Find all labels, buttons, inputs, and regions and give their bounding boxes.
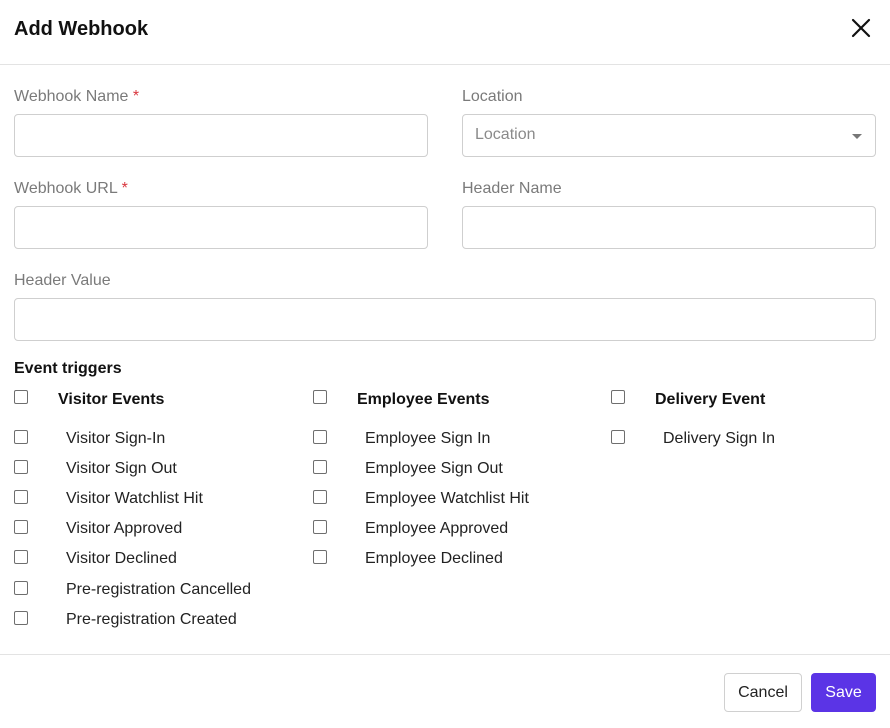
employee-declined-checkbox[interactable]: [313, 550, 327, 564]
visitor-sign-out-checkbox[interactable]: [14, 460, 28, 474]
required-mark: *: [132, 88, 140, 105]
employee-approved-label: Employee Approved: [365, 520, 509, 537]
add-webhook-dialog: Add Webhook Webhook Name * Location Loca…: [0, 0, 890, 728]
chevron-down-icon: [852, 134, 862, 139]
required-mark: *: [121, 180, 128, 197]
visitor-watchlist-hit-checkbox[interactable]: [14, 490, 28, 504]
visitor-declined-label: Visitor Declined: [66, 550, 177, 567]
header-value-input[interactable]: [14, 298, 876, 341]
location-select[interactable]: Location: [462, 114, 876, 157]
employee-sign-out-label: Employee Sign Out: [365, 460, 503, 477]
event-triggers-title: Event triggers: [14, 360, 122, 377]
dialog-title: Add Webhook: [14, 18, 149, 40]
visitor-sign-out-label: Visitor Sign Out: [66, 460, 177, 477]
cancel-button[interactable]: Cancel: [724, 673, 802, 712]
dialog-header: Add Webhook: [0, 0, 890, 65]
footer-divider: [0, 654, 890, 655]
location-label: Location: [462, 88, 523, 105]
pre-registration-cancelled-label: Pre-registration Cancelled: [66, 581, 251, 598]
visitor-events-checkbox[interactable]: [14, 390, 28, 404]
webhook-url-label-text: Webhook URL: [14, 180, 118, 197]
employee-approved-checkbox[interactable]: [313, 520, 327, 534]
header-value-label: Header Value: [14, 272, 111, 289]
webhook-name-input[interactable]: [14, 114, 428, 157]
visitor-watchlist-hit-label: Visitor Watchlist Hit: [66, 490, 203, 507]
employee-sign-out-checkbox[interactable]: [313, 460, 327, 474]
pre-registration-created-label: Pre-registration Created: [66, 611, 237, 628]
pre-registration-created-checkbox[interactable]: [14, 611, 28, 625]
employee-events-checkbox[interactable]: [313, 390, 327, 404]
visitor-sign-in-label: Visitor Sign-In: [66, 430, 166, 447]
pre-registration-cancelled-checkbox[interactable]: [14, 581, 28, 595]
delivery-event-checkbox[interactable]: [611, 390, 625, 404]
delivery-sign-in-checkbox[interactable]: [611, 430, 625, 444]
employee-sign-in-checkbox[interactable]: [313, 430, 327, 444]
header-name-input[interactable]: [462, 206, 876, 249]
delivery-event-label: Delivery Event: [655, 391, 766, 408]
employee-watchlist-hit-checkbox[interactable]: [313, 490, 327, 504]
employee-events-label: Employee Events: [357, 391, 490, 408]
employee-watchlist-hit-label: Employee Watchlist Hit: [365, 490, 529, 507]
header-name-label: Header Name: [462, 180, 562, 197]
webhook-name-label: Webhook Name *: [14, 88, 139, 106]
location-select-placeholder: Location: [475, 126, 536, 143]
employee-sign-in-label: Employee Sign In: [365, 430, 491, 447]
webhook-url-label: Webhook URL *: [14, 180, 128, 198]
webhook-name-label-text: Webhook Name: [14, 88, 129, 105]
employee-declined-label: Employee Declined: [365, 550, 503, 567]
visitor-approved-label: Visitor Approved: [66, 520, 183, 537]
visitor-events-label: Visitor Events: [58, 391, 165, 408]
close-icon: [851, 18, 871, 38]
visitor-declined-checkbox[interactable]: [14, 550, 28, 564]
webhook-url-input[interactable]: [14, 206, 428, 249]
visitor-sign-in-checkbox[interactable]: [14, 430, 28, 444]
save-button[interactable]: Save: [811, 673, 876, 712]
close-button[interactable]: [848, 15, 874, 41]
delivery-sign-in-label: Delivery Sign In: [663, 430, 776, 447]
visitor-approved-checkbox[interactable]: [14, 520, 28, 534]
